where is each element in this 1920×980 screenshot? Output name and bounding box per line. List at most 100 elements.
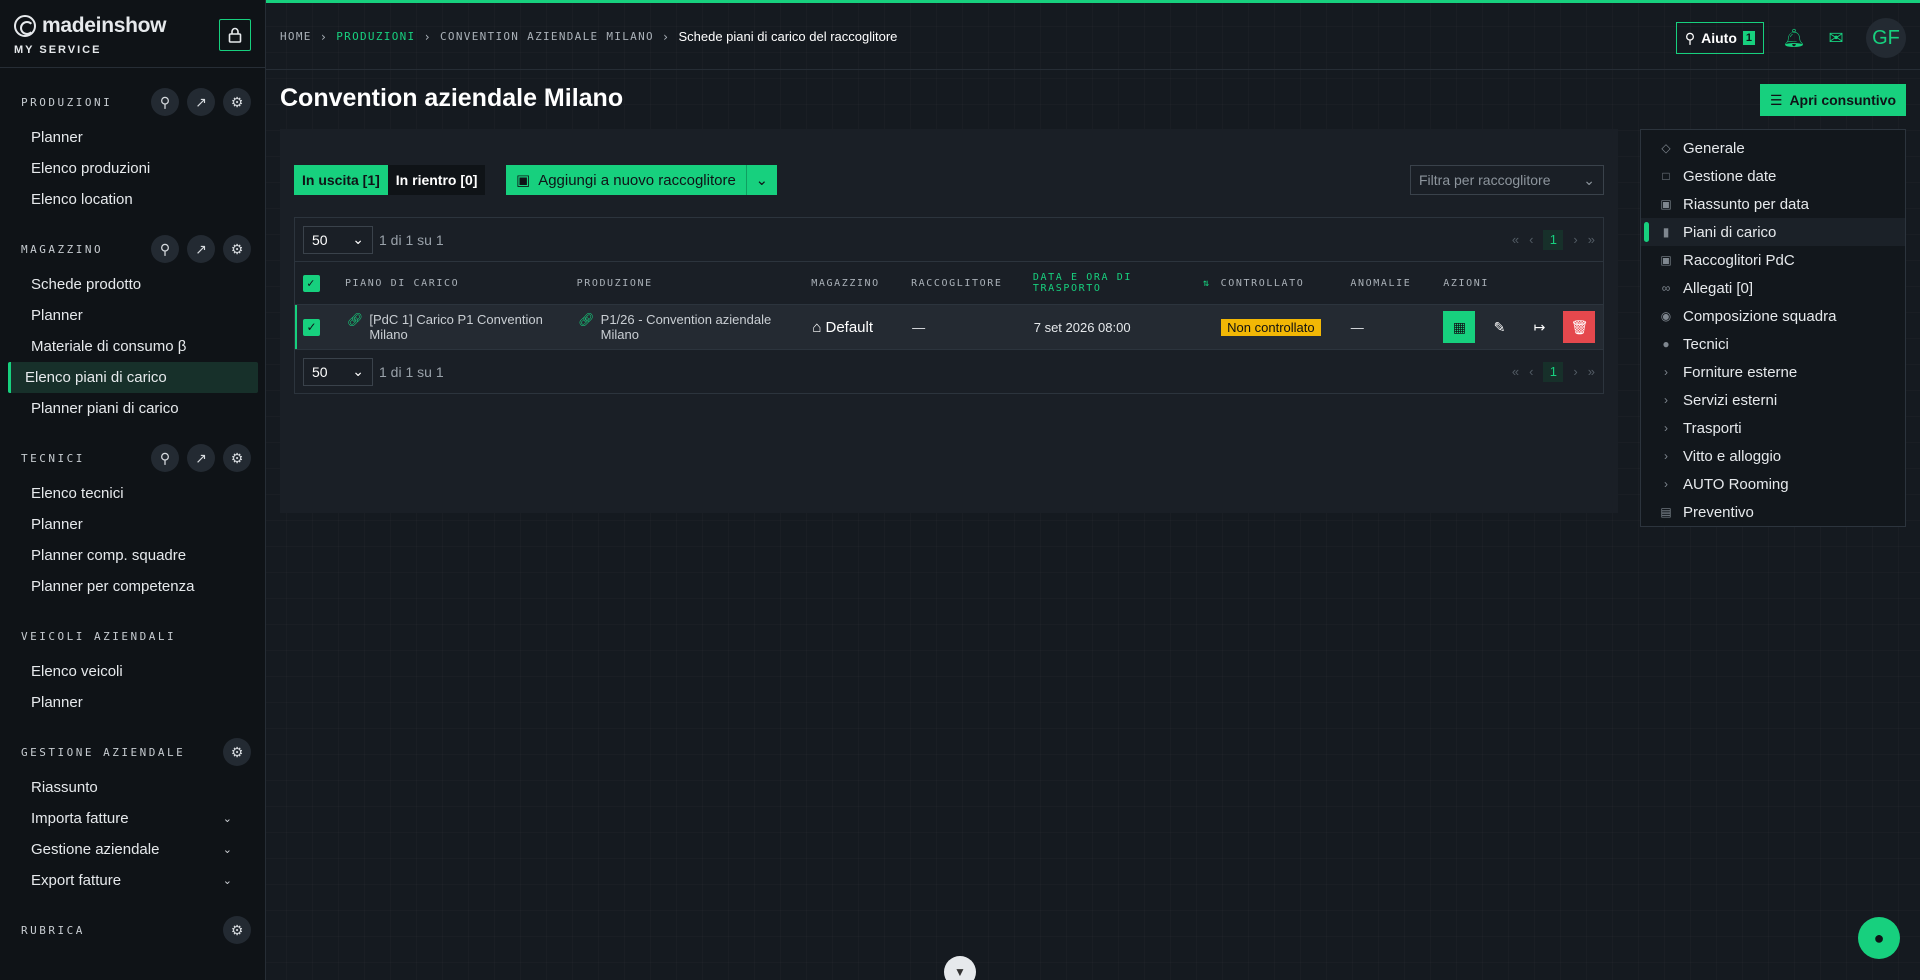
- menu-item-riassunto-data[interactable]: ▣ Riassunto per data: [1641, 190, 1905, 218]
- help-button[interactable]: ⚲ Aiuto 1: [1675, 22, 1764, 54]
- cell-produzione[interactable]: 🔗︎ P1/26 - Convention aziendale Milano: [578, 312, 812, 342]
- chart-icon[interactable]: ↗: [187, 235, 215, 263]
- piano-link[interactable]: [PdC 1] Carico P1 Convention Milano: [369, 312, 578, 342]
- sidebar-item-planner[interactable]: Planner: [8, 122, 258, 153]
- tab-in-rientro[interactable]: In rientro [0]: [387, 165, 486, 195]
- messages-icon[interactable]: ✉: [1824, 26, 1848, 50]
- menu-item-preventivo[interactable]: ▤ Preventivo: [1641, 498, 1905, 526]
- qr-code-button[interactable]: ▦: [1443, 311, 1476, 343]
- cell-piano[interactable]: 🔗︎ [PdC 1] Carico P1 Convention Milano: [347, 312, 578, 342]
- last-page-icon[interactable]: »: [1588, 364, 1595, 379]
- lock-button[interactable]: [219, 19, 251, 51]
- apri-consuntivo-button[interactable]: ☰ Apri consuntivo: [1759, 84, 1906, 116]
- menu-item-tecnici[interactable]: ● Tecnici: [1641, 330, 1905, 358]
- page-number[interactable]: 1: [1543, 361, 1564, 382]
- chevron-down-icon[interactable]: ⌄: [747, 171, 777, 189]
- avatar[interactable]: GF: [1866, 18, 1906, 58]
- next-page-icon[interactable]: ›: [1573, 232, 1577, 247]
- menu-item-label: Gestione date: [1683, 167, 1777, 185]
- sidebar-item-materiale-consumo[interactable]: Materiale di consumo β: [8, 331, 258, 362]
- menu-item-forniture-esterne[interactable]: › Forniture esterne: [1641, 358, 1905, 386]
- sidebar-item-riassunto[interactable]: Riassunto: [8, 772, 258, 803]
- menu-item-vitto-alloggio[interactable]: › Vitto e alloggio: [1641, 442, 1905, 470]
- sidebar-item-planner-comp-squadre[interactable]: Planner comp. squadre: [8, 540, 258, 571]
- sidebar-item-gestione-aziendale[interactable]: Gestione aziendale ⌄: [8, 834, 258, 865]
- document-icon: ▤: [1660, 505, 1672, 519]
- sidebar-item-planner-tecnici[interactable]: Planner: [8, 509, 258, 540]
- scroll-down-button[interactable]: ▼: [944, 956, 976, 980]
- sidebar-item-schede-prodotto[interactable]: Schede prodotto: [8, 269, 258, 300]
- first-page-icon[interactable]: «: [1512, 232, 1519, 247]
- chevron-right-icon: ›: [319, 29, 329, 44]
- breadcrumb-produzioni[interactable]: PRODUZIONI: [336, 30, 415, 43]
- sidebar-item-elenco-produzioni[interactable]: Elenco produzioni: [8, 153, 258, 184]
- sidebar-item-label: Planner piani di carico: [31, 400, 179, 417]
- sidebar-item-importa-fatture[interactable]: Importa fatture ⌄: [8, 803, 258, 834]
- sidebar-item-planner-competenza[interactable]: Planner per competenza: [8, 571, 258, 602]
- search-icon[interactable]: ⚲: [151, 444, 179, 472]
- gear-icon[interactable]: ⚙: [223, 444, 251, 472]
- prev-page-icon[interactable]: ‹: [1529, 364, 1533, 379]
- col-piano: PIANO DI CARICO: [344, 277, 460, 289]
- sidebar-item-elenco-location[interactable]: Elenco location: [8, 184, 258, 215]
- select-all-checkbox[interactable]: ✓: [303, 274, 320, 292]
- sidebar-item-elenco-tecnici[interactable]: Elenco tecnici: [8, 478, 258, 509]
- sidebar-item-planner-veicoli[interactable]: Planner: [8, 687, 258, 718]
- sidebar-item-elenco-veicoli[interactable]: Elenco veicoli: [8, 656, 258, 687]
- list-icon: ☰: [1769, 91, 1783, 108]
- breadcrumb-convention[interactable]: CONVENTION AZIENDALE MILANO: [440, 30, 654, 43]
- team-icon: ◉: [1660, 309, 1672, 323]
- sign-in-button[interactable]: ↦: [1523, 311, 1555, 343]
- chevron-right-icon: ›: [661, 29, 671, 44]
- menu-item-auto-rooming[interactable]: › AUTO Rooming: [1641, 470, 1905, 498]
- chat-bubble-icon: ●: [1873, 927, 1885, 948]
- chevron-down-icon: ⌄: [222, 875, 232, 887]
- breadcrumb-home[interactable]: HOME: [280, 30, 312, 43]
- menu-item-piani-carico[interactable]: ▮ Piani di carico: [1641, 218, 1905, 246]
- gear-icon[interactable]: ⚙: [223, 235, 251, 263]
- aggiungi-raccoglitore-button[interactable]: ▣ Aggiungi a nuovo raccoglitore ⌄: [506, 165, 777, 195]
- menu-item-servizi-esterni[interactable]: › Servizi esterni: [1641, 386, 1905, 414]
- produzione-link[interactable]: P1/26 - Convention aziendale Milano: [601, 312, 813, 342]
- menu-item-generale[interactable]: ◇ Generale: [1641, 134, 1905, 162]
- production-menu: ◇ Generale □ Gestione date ▣ Riassunto per …: [1640, 129, 1906, 527]
- tab-in-uscita[interactable]: In uscita [1]: [294, 165, 388, 195]
- next-page-icon[interactable]: ›: [1573, 364, 1577, 379]
- menu-item-composizione-squadra[interactable]: ◉ Composizione squadra: [1641, 302, 1905, 330]
- edit-button[interactable]: ✎: [1483, 311, 1515, 343]
- per-page-select[interactable]: 50 ⌄: [303, 357, 373, 386]
- gear-icon[interactable]: ⚙: [223, 916, 251, 944]
- chart-icon[interactable]: ↗: [187, 444, 215, 472]
- sidebar-item-planner-piani-carico[interactable]: Planner piani di carico: [8, 393, 258, 424]
- chat-button[interactable]: ●: [1858, 917, 1900, 959]
- search-icon[interactable]: ⚲: [151, 235, 179, 263]
- page-number[interactable]: 1: [1543, 229, 1564, 250]
- gear-icon[interactable]: ⚙: [223, 738, 251, 766]
- menu-item-trasporti[interactable]: › Trasporti: [1641, 414, 1905, 442]
- chart-icon[interactable]: ↗: [187, 88, 215, 116]
- per-page-select[interactable]: 50 ⌄: [303, 225, 373, 254]
- gear-icon[interactable]: ⚙: [223, 88, 251, 116]
- filtra-raccoglitore-select[interactable]: Filtra per raccoglitore ⌄: [1410, 165, 1604, 195]
- sidebar-item-export-fatture[interactable]: Export fatture ⌄: [8, 865, 258, 896]
- prev-page-icon[interactable]: ‹: [1529, 232, 1533, 247]
- search-icon[interactable]: ⚲: [151, 88, 179, 116]
- first-page-icon[interactable]: «: [1512, 364, 1519, 379]
- sidebar-item-label: Elenco piani di carico: [25, 369, 167, 386]
- per-page-value: 50: [312, 363, 328, 380]
- row-checkbox[interactable]: ✓: [303, 318, 320, 336]
- menu-item-label: Piani di carico: [1683, 223, 1777, 241]
- delete-button[interactable]: 🗑︎: [1563, 311, 1596, 343]
- sidebar-item-planner-magazzino[interactable]: Planner: [8, 300, 258, 331]
- last-page-icon[interactable]: »: [1588, 232, 1595, 247]
- sidebar-item-elenco-piani-carico[interactable]: Elenco piani di carico: [8, 362, 258, 393]
- menu-item-gestione-date[interactable]: □ Gestione date: [1641, 162, 1905, 190]
- bell-icon[interactable]: 🔔︎: [1782, 26, 1806, 50]
- calendar-check-icon: ▣: [1660, 197, 1672, 211]
- menu-item-allegati[interactable]: ∞ Allegati [0]: [1641, 274, 1905, 302]
- col-data-sort[interactable]: DATA E ORA DI TRASPORTO ⇅: [1033, 272, 1221, 294]
- menu-item-raccoglitori[interactable]: ▣ Raccoglitori PdC: [1641, 246, 1905, 274]
- person-icon: ●: [1662, 337, 1670, 351]
- table-row[interactable]: ✓ 🔗︎ [PdC 1] Carico P1 Convention Milano…: [295, 305, 1603, 349]
- menu-item-label: AUTO Rooming: [1683, 475, 1789, 493]
